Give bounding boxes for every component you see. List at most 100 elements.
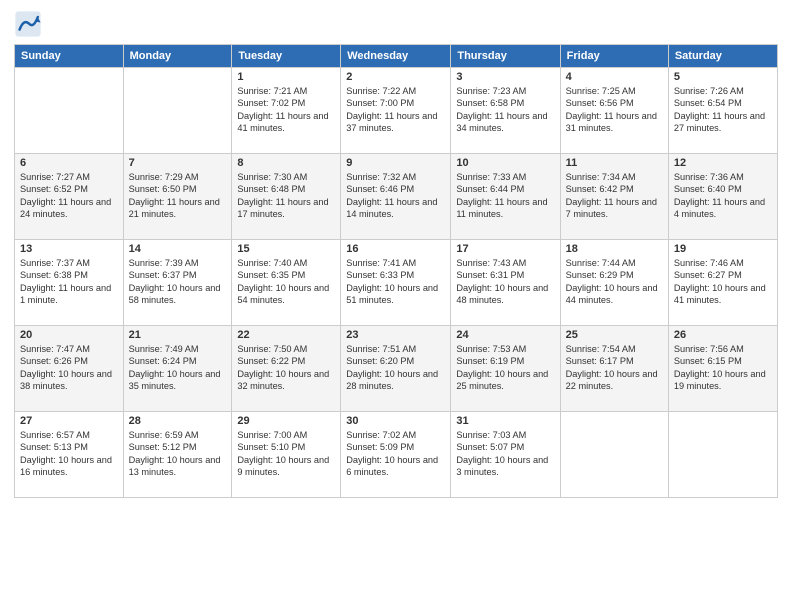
day-cell: 2 Sunrise: 7:22 AM Sunset: 7:00 PM Daylig… — [341, 68, 451, 154]
day-cell: 24 Sunrise: 7:53 AM Sunset: 6:19 PM Dayli… — [451, 326, 560, 412]
day-number: 27 — [20, 415, 118, 427]
day-cell: 3 Sunrise: 7:23 AM Sunset: 6:58 PM Daylig… — [451, 68, 560, 154]
weekday-header-wednesday: Wednesday — [341, 45, 451, 68]
day-number: 5 — [674, 71, 772, 83]
day-info: Sunrise: 7:02 AM Sunset: 5:09 PM Dayligh… — [346, 429, 445, 479]
day-number: 18 — [566, 243, 663, 255]
day-number: 2 — [346, 71, 445, 83]
day-cell: 25 Sunrise: 7:54 AM Sunset: 6:17 PM Dayli… — [560, 326, 668, 412]
day-number: 16 — [346, 243, 445, 255]
day-cell: 23 Sunrise: 7:51 AM Sunset: 6:20 PM Dayli… — [341, 326, 451, 412]
week-row-1: 1Sunrise: 7:21 AM Sunset: 7:02 PM Daylig… — [15, 68, 778, 154]
day-cell: 30Sunrise: 7:02 AM Sunset: 5:09 PM Dayli… — [341, 412, 451, 498]
day-number: 15 — [237, 243, 335, 255]
day-info: Sunrise: 7:43 AM Sunset: 6:31 PM Dayligh… — [456, 257, 554, 307]
day-number: 3 — [456, 71, 554, 83]
week-row-4: 20 Sunrise: 7:47 AM Sunset: 6:26 PM Dayli… — [15, 326, 778, 412]
day-info: Sunrise: 7:47 AM Sunset: 6:26 PM Dayligh… — [20, 343, 118, 393]
day-number: 4 — [566, 71, 663, 83]
day-cell: 6 Sunrise: 7:27 AM Sunset: 6:52 PM Daylig… — [15, 154, 124, 240]
calendar-body: 1Sunrise: 7:21 AM Sunset: 7:02 PM Daylig… — [15, 68, 778, 498]
day-cell: 21 Sunrise: 7:49 AM Sunset: 6:24 PM Dayli… — [123, 326, 232, 412]
day-number: 29 — [237, 415, 335, 427]
day-cell: 16 Sunrise: 7:41 AM Sunset: 6:33 PM Dayli… — [341, 240, 451, 326]
day-number: 10 — [456, 157, 554, 169]
day-number: 7 — [129, 157, 227, 169]
day-cell: 14 Sunrise: 7:39 AM Sunset: 6:37 PM Dayli… — [123, 240, 232, 326]
day-number: 12 — [674, 157, 772, 169]
day-cell: 18 Sunrise: 7:44 AM Sunset: 6:29 PM Dayli… — [560, 240, 668, 326]
day-info: Sunrise: 7:51 AM Sunset: 6:20 PM Dayligh… — [346, 343, 445, 393]
day-info: Sunrise: 7:36 AM Sunset: 6:40 PM Dayligh… — [674, 171, 772, 221]
day-info: Sunrise: 7:39 AM Sunset: 6:37 PM Dayligh… — [129, 257, 227, 307]
day-info: Sunrise: 7:33 AM Sunset: 6:44 PM Dayligh… — [456, 171, 554, 221]
day-info: Sunrise: 7:27 AM Sunset: 6:52 PM Dayligh… — [20, 171, 118, 221]
day-number: 14 — [129, 243, 227, 255]
day-cell: 12 Sunrise: 7:36 AM Sunset: 6:40 PM Dayli… — [668, 154, 777, 240]
day-number: 31 — [456, 415, 554, 427]
day-cell: 8 Sunrise: 7:30 AM Sunset: 6:48 PM Daylig… — [232, 154, 341, 240]
day-cell: 29Sunrise: 7:00 AM Sunset: 5:10 PM Dayli… — [232, 412, 341, 498]
logo — [14, 10, 46, 38]
weekday-header-monday: Monday — [123, 45, 232, 68]
day-number: 24 — [456, 329, 554, 341]
day-number: 6 — [20, 157, 118, 169]
header — [14, 10, 778, 38]
day-info: Sunrise: 6:59 AM Sunset: 5:12 PM Dayligh… — [129, 429, 227, 479]
day-info: Sunrise: 7:50 AM Sunset: 6:22 PM Dayligh… — [237, 343, 335, 393]
weekday-header-tuesday: Tuesday — [232, 45, 341, 68]
day-info: Sunrise: 7:30 AM Sunset: 6:48 PM Dayligh… — [237, 171, 335, 221]
day-cell: 11Sunrise: 7:34 AM Sunset: 6:42 PM Dayli… — [560, 154, 668, 240]
day-number: 26 — [674, 329, 772, 341]
day-info: Sunrise: 7:49 AM Sunset: 6:24 PM Dayligh… — [129, 343, 227, 393]
day-info: Sunrise: 7:26 AM Sunset: 6:54 PM Dayligh… — [674, 85, 772, 135]
day-number: 8 — [237, 157, 335, 169]
day-info: Sunrise: 7:53 AM Sunset: 6:19 PM Dayligh… — [456, 343, 554, 393]
day-info: Sunrise: 7:44 AM Sunset: 6:29 PM Dayligh… — [566, 257, 663, 307]
day-cell: 13Sunrise: 7:37 AM Sunset: 6:38 PM Dayli… — [15, 240, 124, 326]
day-number: 17 — [456, 243, 554, 255]
day-cell: 31Sunrise: 7:03 AM Sunset: 5:07 PM Dayli… — [451, 412, 560, 498]
day-info: Sunrise: 7:25 AM Sunset: 6:56 PM Dayligh… — [566, 85, 663, 135]
weekday-header-friday: Friday — [560, 45, 668, 68]
day-number: 25 — [566, 329, 663, 341]
weekday-header-row: SundayMondayTuesdayWednesdayThursdayFrid… — [15, 45, 778, 68]
day-cell: 15 Sunrise: 7:40 AM Sunset: 6:35 PM Dayli… — [232, 240, 341, 326]
day-number: 28 — [129, 415, 227, 427]
day-info: Sunrise: 7:56 AM Sunset: 6:15 PM Dayligh… — [674, 343, 772, 393]
week-row-2: 6 Sunrise: 7:27 AM Sunset: 6:52 PM Daylig… — [15, 154, 778, 240]
day-cell — [15, 68, 124, 154]
day-info: Sunrise: 7:29 AM Sunset: 6:50 PM Dayligh… — [129, 171, 227, 221]
day-info: Sunrise: 7:54 AM Sunset: 6:17 PM Dayligh… — [566, 343, 663, 393]
day-number: 20 — [20, 329, 118, 341]
day-cell: 28 Sunrise: 6:59 AM Sunset: 5:12 PM Dayli… — [123, 412, 232, 498]
day-cell: 22 Sunrise: 7:50 AM Sunset: 6:22 PM Dayli… — [232, 326, 341, 412]
day-cell — [123, 68, 232, 154]
day-number: 23 — [346, 329, 445, 341]
day-number: 19 — [674, 243, 772, 255]
week-row-3: 13Sunrise: 7:37 AM Sunset: 6:38 PM Dayli… — [15, 240, 778, 326]
weekday-header-saturday: Saturday — [668, 45, 777, 68]
day-number: 1 — [237, 71, 335, 83]
day-cell — [668, 412, 777, 498]
day-cell — [560, 412, 668, 498]
calendar-table: SundayMondayTuesdayWednesdayThursdayFrid… — [14, 44, 778, 498]
day-number: 11 — [566, 157, 663, 169]
day-info: Sunrise: 7:32 AM Sunset: 6:46 PM Dayligh… — [346, 171, 445, 221]
day-number: 21 — [129, 329, 227, 341]
day-info: Sunrise: 7:40 AM Sunset: 6:35 PM Dayligh… — [237, 257, 335, 307]
day-info: Sunrise: 7:41 AM Sunset: 6:33 PM Dayligh… — [346, 257, 445, 307]
day-cell: 1Sunrise: 7:21 AM Sunset: 7:02 PM Daylig… — [232, 68, 341, 154]
weekday-header-sunday: Sunday — [15, 45, 124, 68]
logo-icon — [14, 10, 42, 38]
day-cell: 5 Sunrise: 7:26 AM Sunset: 6:54 PM Daylig… — [668, 68, 777, 154]
day-info: Sunrise: 7:22 AM Sunset: 7:00 PM Dayligh… — [346, 85, 445, 135]
page: SundayMondayTuesdayWednesdayThursdayFrid… — [0, 0, 792, 612]
day-info: Sunrise: 7:46 AM Sunset: 6:27 PM Dayligh… — [674, 257, 772, 307]
day-cell: 26 Sunrise: 7:56 AM Sunset: 6:15 PM Dayli… — [668, 326, 777, 412]
day-info: Sunrise: 7:23 AM Sunset: 6:58 PM Dayligh… — [456, 85, 554, 135]
day-number: 22 — [237, 329, 335, 341]
day-cell: 27Sunrise: 6:57 AM Sunset: 5:13 PM Dayli… — [15, 412, 124, 498]
day-number: 13 — [20, 243, 118, 255]
day-cell: 4 Sunrise: 7:25 AM Sunset: 6:56 PM Daylig… — [560, 68, 668, 154]
